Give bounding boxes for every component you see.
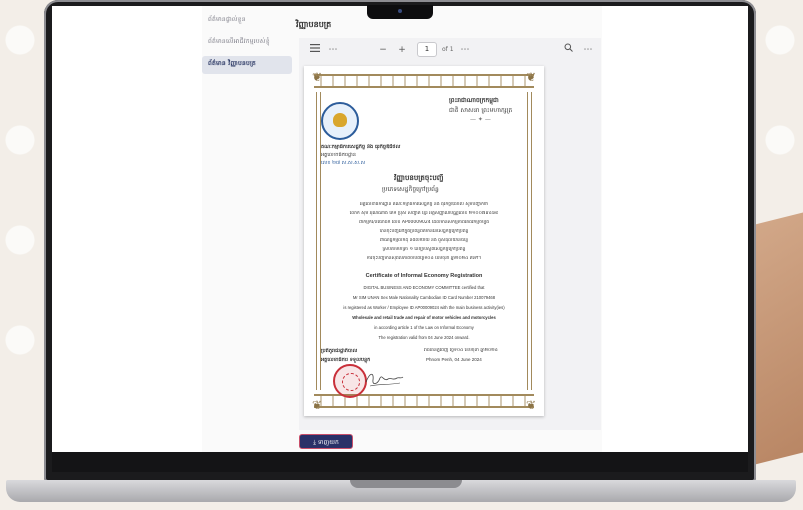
corner-ornament-icon: ❦ [525, 398, 537, 412]
body-kh-line-7: ការចុះបញ្ជីមានសុពលភាពចាប់ពីថ្ងៃទី០៤ ខែមិ… [366, 256, 482, 261]
ornamental-border-top [314, 74, 534, 88]
search-icon[interactable] [562, 43, 574, 57]
laptop-base-notch [350, 480, 462, 488]
kingdom-line-2: ជាតិ សាសនា ព្រះមហាក្សត្រ [449, 107, 513, 114]
ellipsis-icon[interactable]: ⋯ [327, 43, 339, 57]
date-kh: រាជធានីភ្នំពេញ ថ្ងៃទី០៤ ខែមិថុនា ឆ្នាំ២០… [424, 348, 498, 353]
valid-en: The registration valid from 04 June 2024… [378, 335, 470, 340]
page-number-input[interactable]: 1 [417, 42, 437, 57]
laptop-base [6, 480, 796, 502]
committee-logo [321, 102, 359, 140]
person-en: Mr SIM UNAN Sex Male Nationality Cambodi… [352, 295, 496, 300]
certificate-title-kh: វិញ្ញាបនបត្រចុះបញ្ជី [394, 174, 444, 182]
body-kh-line-5: ពាណិជ្ជកម្មលក់ដុំ និងលក់រាយ និង ជួសជុលយា… [379, 238, 469, 243]
signature [365, 373, 404, 387]
ornamental-border-left [316, 92, 321, 390]
committee-en: DIGITAL BUSINESS AND ECONOMY COMMITTEE c… [363, 285, 485, 290]
body-kh-line-3: ជាកម្មករ/និយោជិក លេខ AP00009024 ដែលមានសក… [358, 220, 490, 225]
download-button[interactable]: ⤓ ទាញយក [299, 434, 353, 449]
camera-notch [367, 5, 433, 19]
sidebar-item-business-info[interactable]: ព័ត៌មានលើអាជីវកម្មរបស់ខ្ញុំ [202, 34, 292, 52]
page-title: វិញ្ញាបនបត្រ [296, 20, 332, 29]
signer-title-2: អគ្គលេខាធិការ ទទួលបន្ទុក [321, 357, 371, 363]
corner-ornament-icon: ❦ [525, 70, 537, 84]
committee-name: គណៈកម្មាធិការសេដ្ឋកិច្ច និង ធុរកិច្ចឌីជី… [321, 144, 401, 150]
zoom-in-button[interactable]: + [396, 43, 408, 57]
sidebar-item-certificate[interactable]: ព័ត៌មាន វិញ្ញាបនបត្រ [202, 56, 292, 74]
kingdom-line-1: ព្រះរាជាណាចក្រកម្ពុជា [449, 97, 499, 104]
body-kh-line-6: ស្របតាមមាត្រា ១ នៃច្បាប់ស្តីពីសេដ្ឋកិច្ច… [382, 247, 466, 252]
certificate-document: ❦ ❦ ❦ ❦ ព្រះរាជាណាចក្រកម្ពុជា ជាតិ សាសនា… [304, 66, 544, 416]
screen: ព័ត៌មានផ្ទាល់ខ្លួន ព័ត៌មានលើអាជីវកម្មរបស… [52, 6, 748, 452]
hamburger-icon[interactable] [309, 43, 321, 57]
sidebar-item-personal-info[interactable]: ព័ត៌មានផ្ទាល់ខ្លួន [202, 12, 292, 30]
sidebar: ព័ត៌មានផ្ទាល់ខ្លួន ព័ត៌មានលើអាជីវកម្មរបស… [202, 12, 292, 78]
certificate-title-en: Certificate of Informal Economy Registra… [365, 273, 483, 279]
certificate-subtitle-kh: ប្រភេទសេដ្ឋកិច្ចក្រៅប្រព័ន្ធ [382, 186, 439, 193]
kingdom-divider: — ✦ — [470, 116, 491, 123]
pdf-viewer: ⋯ − + 1 of 1 ⋯ ⋯ ❦ ❦ ❦ ❦ ព្រះរាជាណាចក្រក… [299, 38, 601, 430]
signer-title-1: ប្រតិភូរាជរដ្ឋាភិបាល [321, 348, 358, 354]
ornamental-border-right [527, 92, 532, 390]
page-count-label: of 1 [442, 46, 454, 53]
reference-number: លេខ ២៧ ស.ស.ស.ស [321, 160, 366, 166]
date-en: Phnom Penh, 04 June 2024 [426, 357, 482, 362]
zoom-out-button[interactable]: − [377, 43, 389, 57]
secretariat-name: អគ្គលេខាធិការដ្ឋាន [321, 152, 356, 158]
body-kh-line-4: បានចុះបញ្ជីនៅក្នុងប្រព័ន្ធព័ត៌មាននៃសេដ្ឋ… [379, 229, 469, 234]
download-icon: ⤓ [313, 439, 316, 446]
registered-en: is registered as Worker / Employee ID AP… [343, 305, 505, 310]
official-stamp [333, 364, 367, 398]
pdf-toolbar: ⋯ − + 1 of 1 ⋯ ⋯ [299, 38, 601, 62]
camera-icon [398, 9, 402, 13]
laptop-chin [52, 452, 748, 472]
download-label: ទាញយក [317, 439, 339, 446]
activity-en: Wholesale and retail trade and repair of… [352, 315, 496, 320]
body-kh-line-2: លោក ស៊ីម អ៊ុណណាង់ ភេទ ប្រុស សញ្ជាតិ ខ្មែ… [349, 211, 499, 216]
article-en: in according article 1 of the Law on Inf… [374, 325, 474, 330]
body-kh-line-1: អគ្គលេខាធិការដ្ឋាន គណៈកម្មាធិការសេដ្ឋកិច… [359, 202, 489, 207]
more-options-icon[interactable]: ⋯ [459, 43, 471, 57]
overflow-menu-icon[interactable]: ⋯ [582, 43, 594, 57]
corner-ornament-icon: ❦ [311, 398, 323, 412]
corner-ornament-icon: ❦ [311, 70, 323, 84]
